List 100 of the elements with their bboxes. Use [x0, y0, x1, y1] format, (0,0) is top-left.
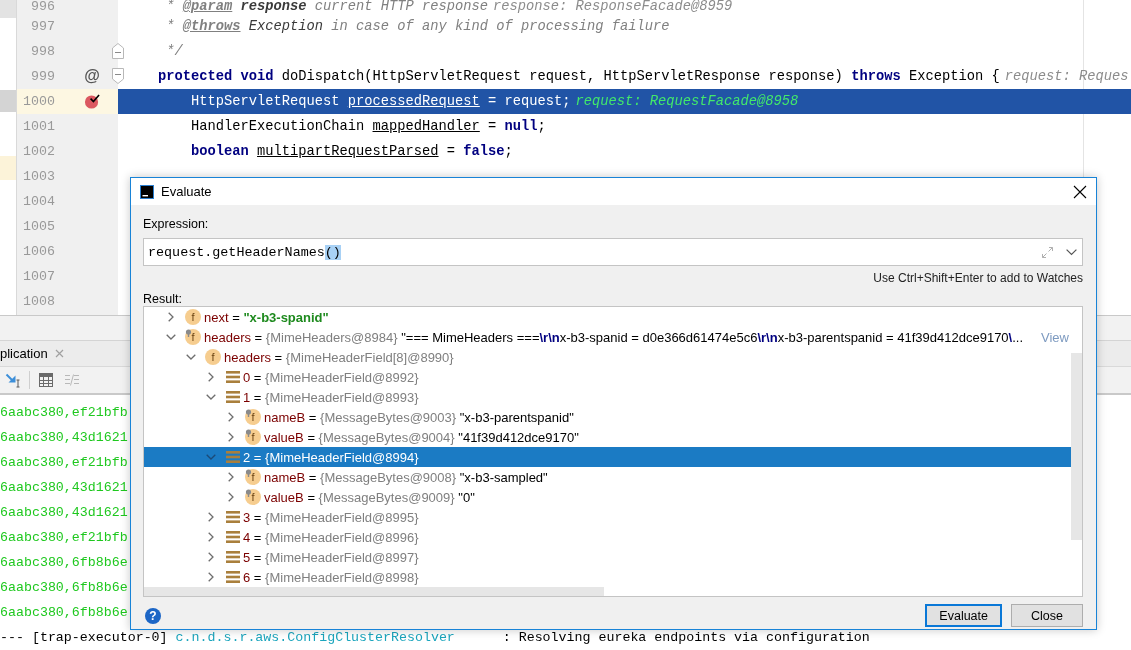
line-number: 1001 [22, 119, 55, 133]
inline-value-hint: request: RequestFacade@8958 [575, 92, 799, 111]
chevron-down-icon[interactable] [1066, 248, 1077, 256]
evaluate-button[interactable]: Evaluate [925, 604, 1002, 627]
code-line: * @throws Exception in case of any kind of processing failure [166, 17, 670, 36]
fold-marker-icon[interactable] [112, 43, 124, 59]
line-number: 1005 [22, 219, 55, 233]
help-button[interactable]: ? [145, 607, 161, 624]
node-label: 2 = {MimeHeaderField@8994} [243, 449, 419, 465]
bars-icon [226, 451, 240, 463]
bars-icon [226, 531, 240, 543]
node-label: 1 = {MimeHeaderField@8993} [243, 389, 419, 405]
fold-marker-icon[interactable] [112, 68, 124, 84]
console-line: 6aabc380,6fb8b6e [0, 579, 128, 597]
console-line: 6aabc380,43d1621 [0, 504, 128, 522]
console-line: 6aabc380,43d1621 [0, 429, 128, 447]
field-pin-icon: f [245, 429, 261, 445]
calculator-icon[interactable] [39, 373, 53, 387]
line-number: 997 [30, 19, 55, 33]
field-icon: f [205, 349, 221, 365]
bars-icon [226, 571, 240, 583]
chevron-right-icon[interactable] [228, 412, 234, 422]
chevron-right-icon[interactable] [228, 432, 234, 442]
tree-row[interactable]: 5 = {MimeHeaderField@8997} [144, 547, 1071, 567]
chevron-right-icon[interactable] [208, 512, 214, 522]
line-number: 1000 [22, 94, 55, 108]
bars-icon [226, 551, 240, 563]
chevron-right-icon[interactable] [208, 372, 214, 382]
node-label: valueB = {MessageBytes@9009} "0" [264, 489, 475, 505]
tree-row[interactable]: f valueB = {MessageBytes@9004} "41f39d412dce9170" [144, 427, 1071, 447]
tree-row[interactable]: f headers = {MimeHeaders@8984} "=== MimeHeaders ===\r\nx-b3-spanid = d0e366d61474e5c6\r\nx-b3-parentspanid = 41f39d412dce9170\... View [144, 327, 1071, 347]
node-label: 0 = {MimeHeaderField@8992} [243, 369, 419, 385]
bars-icon [226, 391, 240, 403]
tree-row[interactable]: f valueB = {MessageBytes@9009} "0" [144, 487, 1071, 507]
app-logo-icon [140, 184, 154, 199]
inline-value-hint: request: Reques [1004, 67, 1129, 86]
inline-value-hint: response: ResponseFacade@8959 [493, 0, 733, 14]
line-number: 999 [30, 69, 55, 83]
arrow-cursor-icon[interactable] [5, 372, 21, 388]
code-line: HttpServletRequest processedRequest = request; [191, 92, 571, 111]
node-label: nameB = {MessageBytes@9008} "x-b3-sampled" [264, 469, 548, 485]
node-label: headers = {MimeHeaders@8984} "=== MimeHeaders ===\r\nx-b3-spanid = d0e366d61474e5c6\r\nx-b3-parentspanid = 41f39d412dce9170\... [204, 329, 1024, 345]
node-label: 5 = {MimeHeaderField@8997} [243, 549, 419, 565]
console-line: 6aabc380,ef21bfb [0, 404, 128, 422]
line-number: 1002 [22, 144, 55, 158]
chevron-right-icon[interactable] [208, 552, 214, 562]
node-label: next = "x-b3-spanid" [204, 309, 329, 325]
console-line: 6aabc380,6fb8b6e [0, 604, 128, 622]
line-number: 1006 [22, 244, 55, 258]
field-pin-icon: f [245, 489, 261, 505]
breakpoint-icon[interactable] [84, 92, 100, 110]
tree-row[interactable]: f nameB = {MessageBytes@9003} "x-b3-parentspanid" [144, 407, 1071, 427]
node-label: valueB = {MessageBytes@9004} "41f39d412dce9170" [264, 429, 579, 445]
chevron-right-icon[interactable] [208, 572, 214, 582]
tree-row[interactable]: f nameB = {MessageBytes@9008} "x-b3-sampled" [144, 467, 1071, 487]
code-line: protected void doDispatch(HttpServletRequest request, HttpServletResponse response) throws Exception { [158, 67, 1000, 86]
tree-row[interactable]: 0 = {MimeHeaderField@8992} [144, 367, 1071, 387]
field-label: Result: [143, 292, 182, 306]
chevron-right-icon[interactable] [168, 312, 174, 322]
tree-row[interactable]: f next = "x-b3-spanid" [144, 307, 1071, 327]
console-line: 6aabc380,ef21bfb [0, 529, 128, 547]
expression-field[interactable]: request.getHeaderNames() [143, 238, 1083, 266]
field-pin-icon: f [245, 409, 261, 425]
chevron-right-icon[interactable] [228, 472, 234, 482]
tree-row[interactable]: 1 = {MimeHeaderField@8993} [144, 387, 1071, 407]
line-number: 996 [30, 0, 55, 14]
console-line: 6aabc380,ef21bfb [0, 454, 128, 472]
code-line: * @param response current HTTP response [166, 0, 489, 14]
line-number: 1007 [22, 269, 55, 283]
tree-row[interactable]: 2 = {MimeHeaderField@8994} [144, 447, 1071, 467]
chevron-down-icon[interactable] [166, 334, 176, 340]
line-number: 1008 [22, 294, 55, 308]
node-label: 3 = {MimeHeaderField@8995} [243, 509, 419, 525]
chevron-down-icon[interactable] [206, 394, 216, 400]
close-button[interactable]: Close [1011, 604, 1083, 627]
chevron-right-icon[interactable] [208, 532, 214, 542]
tool-window-tab[interactable]: plication [0, 341, 70, 366]
code-line: HandlerExecutionChain mappedHandler = null; [191, 117, 546, 136]
line-number: 1004 [22, 194, 55, 208]
bars-icon [226, 511, 240, 523]
close-icon[interactable] [1073, 184, 1087, 199]
node-label: 6 = {MimeHeaderField@8998} [243, 569, 419, 585]
code-line: */ [166, 42, 183, 61]
tree-row[interactable]: 6 = {MimeHeaderField@8998} [144, 567, 1071, 587]
field-pin-icon: f [245, 469, 261, 485]
console-line: 6aabc380,6fb8b6e [0, 554, 128, 572]
chevron-right-icon[interactable] [228, 492, 234, 502]
console-line: 6aabc380,43d1621 [0, 479, 128, 497]
horizontal-scrollbar[interactable] [144, 587, 604, 596]
vertical-scrollbar[interactable] [1071, 353, 1082, 540]
node-label: 4 = {MimeHeaderField@8996} [243, 529, 419, 545]
line-number: 1003 [22, 169, 55, 183]
dialog-title: Evaluate [161, 184, 212, 199]
tree-row[interactable]: f headers = {MimeHeaderField[8]@8990} [144, 347, 1071, 367]
tree-row[interactable]: 3 = {MimeHeaderField@8995} [144, 507, 1071, 527]
tree-row[interactable]: 4 = {MimeHeaderField@8996} [144, 527, 1071, 547]
at-sign-icon[interactable]: @ [84, 68, 100, 84]
chevron-down-icon[interactable] [186, 354, 196, 360]
bars-icon [226, 371, 240, 383]
field-pin-icon: f [185, 329, 201, 345]
